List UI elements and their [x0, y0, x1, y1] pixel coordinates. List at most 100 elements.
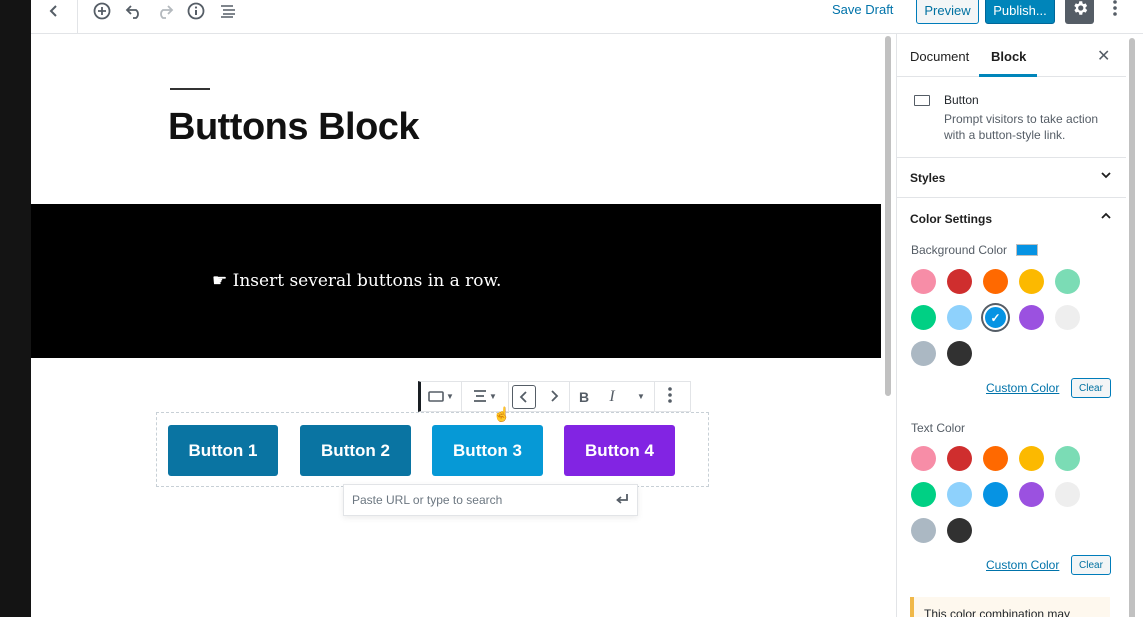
background-custom-color-link[interactable]: Custom Color [986, 381, 1059, 395]
buttons-block[interactable]: Button 1 Button 2 Button 3 Button 4 [156, 412, 709, 487]
background-color-swatch[interactable] [911, 305, 936, 330]
tab-document[interactable]: Document [910, 49, 969, 64]
vertical-ellipsis-icon [1113, 0, 1117, 21]
undo-icon[interactable] [119, 0, 149, 22]
text-color-swatch[interactable] [1055, 446, 1080, 471]
hand-cursor-icon: ☝ [493, 406, 511, 422]
settings-button[interactable] [1065, 0, 1094, 24]
sidebar-tabs: Document Block ✕ [897, 34, 1126, 77]
text-color-label: Text Color [911, 421, 966, 435]
background-color-swatch[interactable] [983, 269, 1008, 294]
block-card-description: Prompt visitors to take action with a bu… [944, 112, 1099, 142]
caret-down-icon: ▼ [637, 392, 645, 401]
chevron-down-icon [1100, 168, 1112, 184]
text-color-swatch[interactable] [911, 482, 936, 507]
bold-button[interactable]: B [570, 382, 598, 411]
background-color-swatch[interactable] [911, 269, 936, 294]
background-color-swatch[interactable]: ✓ [983, 305, 1008, 330]
background-color-swatch[interactable] [947, 341, 972, 366]
left-screen-edge [0, 0, 31, 617]
button-1[interactable]: Button 1 [168, 425, 278, 476]
caret-down-icon: ▼ [489, 392, 497, 401]
settings-sidebar: Document Block ✕ Button Prompt visitors … [896, 34, 1126, 617]
text-color-swatch[interactable] [911, 446, 936, 471]
chevron-right-icon [549, 389, 559, 405]
move-right-button[interactable] [539, 382, 569, 411]
text-color-swatch[interactable] [947, 482, 972, 507]
save-draft-button[interactable]: Save Draft [832, 2, 893, 17]
italic-button[interactable]: I [598, 382, 626, 411]
button-icon [914, 95, 930, 106]
styles-panel-toggle[interactable]: Styles [897, 158, 1126, 198]
chevron-up-icon [1100, 209, 1112, 225]
publish-button[interactable]: Publish... [985, 0, 1055, 24]
tab-block[interactable]: Block [991, 49, 1026, 64]
toolbar-divider [77, 0, 78, 34]
block-options-button[interactable] [655, 382, 685, 411]
text-custom-color-link[interactable]: Custom Color [986, 558, 1059, 572]
background-color-indicator [1016, 244, 1038, 256]
button-4[interactable]: Button 4 [564, 425, 675, 476]
list-icon[interactable] [213, 0, 243, 22]
editor-canvas: Buttons Block ☛ Insert several buttons i… [31, 34, 881, 617]
background-color-swatch[interactable] [911, 341, 936, 366]
background-color-swatch[interactable] [1055, 269, 1080, 294]
url-popover [343, 484, 638, 516]
button-icon [428, 389, 444, 405]
enter-icon [615, 492, 629, 508]
text-color-swatch[interactable] [911, 518, 936, 543]
info-icon[interactable] [181, 0, 211, 22]
text-color-swatch[interactable] [947, 446, 972, 471]
caret-down-icon: ▼ [446, 392, 454, 401]
color-settings-panel-toggle[interactable]: Color Settings [897, 199, 1126, 239]
post-title[interactable]: Buttons Block [168, 106, 420, 149]
text-color-swatch[interactable] [947, 518, 972, 543]
more-rich-text-button[interactable]: ▼ [626, 382, 654, 411]
background-clear-button[interactable]: Clear [1071, 378, 1111, 398]
close-icon[interactable]: ✕ [1097, 46, 1110, 66]
background-color-swatch[interactable] [947, 269, 972, 294]
back-icon[interactable] [39, 0, 69, 22]
text-color-swatch[interactable] [983, 446, 1008, 471]
button-3[interactable]: Button 3 [432, 425, 543, 476]
sidebar-scrollbar[interactable] [1129, 38, 1135, 617]
contrast-notice: This color combination may [910, 597, 1110, 617]
block-type-button[interactable]: ▼ [421, 382, 461, 411]
add-block-icon[interactable] [87, 0, 117, 22]
button-2[interactable]: Button 2 [300, 425, 411, 476]
cover-text[interactable]: ☛ Insert several buttons in a row. [212, 271, 501, 291]
background-color-swatch[interactable] [1019, 269, 1044, 294]
vertical-ellipsis-icon [668, 387, 672, 406]
block-card: Button Prompt visitors to take action wi… [897, 78, 1126, 158]
checkmark-icon: ✓ [990, 310, 1001, 325]
align-center-icon [473, 389, 487, 405]
text-color-swatch[interactable] [983, 482, 1008, 507]
text-color-swatch[interactable] [1055, 482, 1080, 507]
chevron-left-icon [512, 384, 536, 409]
editor-app: Save Draft Preview Publish... Buttons Bl… [31, 0, 1143, 617]
gear-icon [1071, 0, 1089, 22]
background-color-label: Background Color [911, 243, 1008, 257]
background-color-swatch[interactable] [1019, 305, 1044, 330]
title-separator [170, 88, 210, 90]
active-tab-indicator [979, 74, 1037, 77]
background-color-swatch[interactable] [1055, 305, 1080, 330]
contrast-notice-text: This color combination may [924, 607, 1071, 617]
url-submit-button[interactable] [607, 485, 637, 515]
url-input[interactable] [344, 493, 607, 507]
styles-panel-title: Styles [910, 171, 946, 185]
block-card-title: Button [944, 93, 979, 107]
more-options-button[interactable] [1105, 0, 1125, 22]
color-settings-title: Color Settings [910, 212, 993, 226]
block-toolbar: ▼ ▼ B I ▼ [418, 381, 691, 412]
text-color-swatch[interactable] [1019, 482, 1044, 507]
preview-button[interactable]: Preview [916, 0, 979, 24]
cover-block[interactable]: ☛ Insert several buttons in a row. [31, 204, 881, 358]
top-toolbar: Save Draft Preview Publish... [31, 0, 1143, 34]
background-color-swatch[interactable] [947, 305, 972, 330]
text-clear-button[interactable]: Clear [1071, 555, 1111, 575]
move-left-button[interactable] [509, 382, 539, 411]
text-color-swatch[interactable] [1019, 446, 1044, 471]
editor-scrollbar[interactable] [885, 36, 891, 396]
redo-icon[interactable] [150, 0, 180, 22]
